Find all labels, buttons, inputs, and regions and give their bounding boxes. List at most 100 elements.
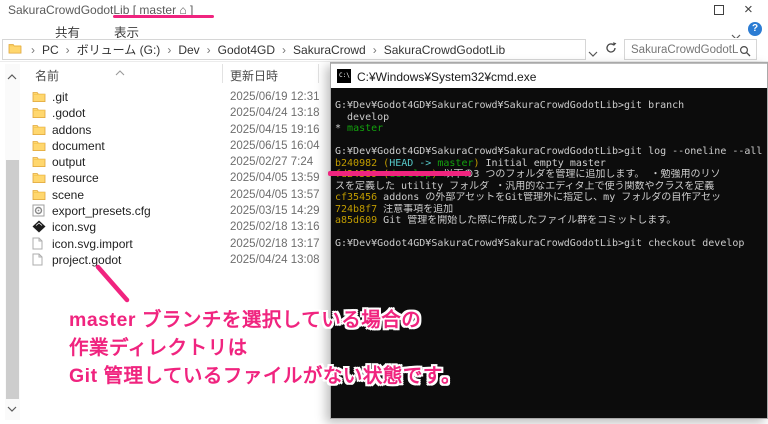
console-text-segment: addons の外部アセットをGit管理外に指定し、my フォルダの自作アセッ bbox=[377, 192, 721, 203]
console-text-segment: * bbox=[335, 123, 347, 134]
column-header-modified[interactable]: 更新日時 bbox=[230, 67, 278, 84]
console-text-segment: G:¥Dev¥Godot4GD¥SakuraCrowd¥SakuraCrowdG… bbox=[335, 146, 762, 157]
console-text-segment: master bbox=[437, 158, 473, 169]
search-input[interactable] bbox=[631, 40, 739, 59]
folder-icon bbox=[32, 123, 46, 136]
refresh-icon[interactable] bbox=[604, 41, 618, 60]
console-line: G:¥Dev¥Godot4GD¥SakuraCrowd¥SakuraCrowdG… bbox=[335, 146, 767, 158]
file-icon bbox=[32, 253, 43, 266]
address-folder-icon bbox=[8, 41, 22, 59]
file-modified-date: 2025/02/18 13:16 bbox=[230, 221, 320, 233]
console-line: G:¥Dev¥Godot4GD¥SakuraCrowd¥SakuraCrowdG… bbox=[335, 100, 767, 112]
console-text-segment: Git 管理を開始した際に作成したファイル群をコミットします。 bbox=[377, 215, 676, 226]
console-text-segment: cf35456 bbox=[335, 192, 377, 203]
console-text-segment: b240982 ( bbox=[335, 158, 389, 169]
folder-icon bbox=[32, 155, 46, 168]
column-separator[interactable] bbox=[318, 64, 319, 83]
file-name: .git bbox=[52, 90, 68, 104]
file-name: .godot bbox=[52, 106, 85, 120]
console-text-segment: a85d609 bbox=[335, 215, 377, 226]
file-modified-date: 2025/02/27 7:24 bbox=[230, 156, 313, 168]
cmd-window-title: C:¥Windows¥System32¥cmd.exe bbox=[357, 70, 536, 84]
file-name: project.godot bbox=[52, 253, 121, 267]
cmd-prompt-icon: C:\ bbox=[337, 69, 351, 83]
console-line bbox=[335, 227, 767, 239]
pink-console-underline-annotation bbox=[328, 171, 471, 176]
file-name: document bbox=[52, 139, 105, 153]
search-icon[interactable] bbox=[739, 44, 751, 62]
console-line: a85d609 Git 管理を開始した際に作成したファイル群をコミットします。 bbox=[335, 215, 767, 227]
column-separator[interactable] bbox=[222, 64, 223, 83]
close-button[interactable]: × bbox=[744, 1, 753, 19]
scrollbar-thumb[interactable] bbox=[6, 160, 19, 399]
nav-pane-scrollbar[interactable] bbox=[5, 64, 20, 420]
explorer-titlebar: SakuraCrowdGodotLib [ master ⌂ ] × bbox=[0, 0, 768, 20]
file-modified-date: 2025/06/19 12:31 bbox=[230, 91, 320, 103]
breadcrumb: › PC › ボリューム (G:) › Dev › Godot4GD › SakuraCrowd ›… bbox=[24, 41, 505, 58]
address-dropdown-icon[interactable] bbox=[588, 44, 598, 62]
ribbon-bar: 共有 表示 ? bbox=[0, 20, 768, 38]
console-text-segment: スを定義した utility フォルダ ・汎用的なエディタ上で使う関数やクラスを… bbox=[335, 181, 714, 192]
file-modified-date: 2025/04/15 19:16 bbox=[230, 124, 320, 136]
file-icon bbox=[32, 237, 43, 250]
console-text-segment: Initial empty master bbox=[480, 158, 606, 169]
address-bar[interactable]: › PC › ボリューム (G:) › Dev › Godot4GD › SakuraCrowd ›… bbox=[2, 39, 586, 60]
maximize-button[interactable] bbox=[714, 5, 724, 15]
breadcrumb-separator: › bbox=[207, 43, 211, 57]
console-text-segment: 以下の3 つのフォルダを管理に追加します。 ・勉強用のリソ bbox=[437, 169, 720, 180]
scrollbar-down-icon[interactable] bbox=[7, 399, 17, 417]
annotation-line: master ブランチを選択している場合の bbox=[69, 306, 461, 334]
search-box bbox=[624, 39, 757, 60]
console-line: 724b8f7 注意事項を追加 bbox=[335, 204, 767, 216]
help-icon[interactable]: ? bbox=[748, 22, 762, 36]
inkscape-svg-icon bbox=[32, 220, 46, 233]
file-name: export_presets.cfg bbox=[52, 204, 151, 218]
console-line: develop bbox=[335, 112, 767, 124]
console-text-segment: 724b8f7 bbox=[335, 204, 377, 215]
file-modified-date: 2025/06/15 16:04 bbox=[230, 140, 320, 152]
annotation-text: master ブランチを選択している場合の作業ディレクトリはGit 管理している… bbox=[69, 306, 461, 390]
file-modified-date: 2025/03/15 14:29 bbox=[230, 205, 320, 217]
file-modified-date: 2025/04/24 13:08 bbox=[230, 254, 320, 266]
console-text-segment: develop bbox=[335, 112, 389, 123]
file-modified-date: 2025/04/05 13:59 bbox=[230, 172, 320, 184]
folder-icon bbox=[32, 171, 46, 184]
breadcrumb-separator: › bbox=[31, 43, 35, 57]
file-modified-date: 2025/04/24 13:18 bbox=[230, 107, 320, 119]
file-name: scene bbox=[52, 188, 84, 202]
breadcrumb-segment[interactable]: ボリューム (G:) bbox=[77, 41, 161, 58]
console-text-segment: HEAD -> bbox=[389, 158, 437, 169]
column-header-name[interactable]: 名前 bbox=[35, 67, 59, 84]
breadcrumb-segment[interactable]: SakuraCrowdGodotLib bbox=[384, 43, 505, 57]
console-line: cf35456 addons の外部アセットをGit管理外に指定し、my フォル… bbox=[335, 192, 767, 204]
annotation-line: 作業ディレクトリは bbox=[69, 334, 461, 362]
breadcrumb-separator: › bbox=[66, 43, 70, 57]
breadcrumb-separator: › bbox=[167, 43, 171, 57]
address-row: › PC › ボリューム (G:) › Dev › Godot4GD › SakuraCrowd ›… bbox=[0, 38, 768, 62]
cmd-titlebar[interactable]: C:\ C:¥Windows¥System32¥cmd.exe bbox=[331, 63, 767, 88]
annotation-line: Git 管理しているファイルがない状態です。 bbox=[69, 362, 461, 390]
folder-icon bbox=[32, 188, 46, 201]
file-modified-date: 2025/02/18 13:17 bbox=[230, 238, 320, 250]
file-name: output bbox=[52, 155, 85, 169]
screen: SakuraCrowdGodotLib [ master ⌂ ] × 共有 表示… bbox=[0, 0, 768, 424]
file-name: icon.svg bbox=[52, 220, 96, 234]
console-line bbox=[335, 135, 767, 147]
console-line: G:¥Dev¥Godot4GD¥SakuraCrowd¥SakuraCrowdG… bbox=[335, 238, 767, 250]
console-line: * master bbox=[335, 123, 767, 135]
breadcrumb-segment[interactable]: SakuraCrowd bbox=[293, 43, 366, 57]
breadcrumb-segment[interactable]: PC bbox=[42, 43, 59, 57]
breadcrumb-segment[interactable]: Dev bbox=[178, 43, 199, 57]
console-text-segment: master bbox=[347, 123, 383, 134]
console-line: スを定義した utility フォルダ ・汎用的なエディタ上で使う関数やクラスを… bbox=[335, 181, 767, 193]
file-modified-date: 2025/04/05 13:57 bbox=[230, 189, 320, 201]
config-file-icon bbox=[32, 204, 45, 217]
breadcrumb-segment[interactable]: Godot4GD bbox=[218, 43, 275, 57]
console-text-segment: G:¥Dev¥Godot4GD¥SakuraCrowd¥SakuraCrowdG… bbox=[335, 100, 684, 111]
pink-title-underline-annotation bbox=[113, 15, 214, 18]
breadcrumb-separator: › bbox=[373, 43, 377, 57]
folder-icon bbox=[32, 106, 46, 119]
console-text-segment: G:¥Dev¥Godot4GD¥SakuraCrowd¥SakuraCrowdG… bbox=[335, 238, 744, 249]
file-name: addons bbox=[52, 123, 91, 137]
breadcrumb-separator: › bbox=[282, 43, 286, 57]
